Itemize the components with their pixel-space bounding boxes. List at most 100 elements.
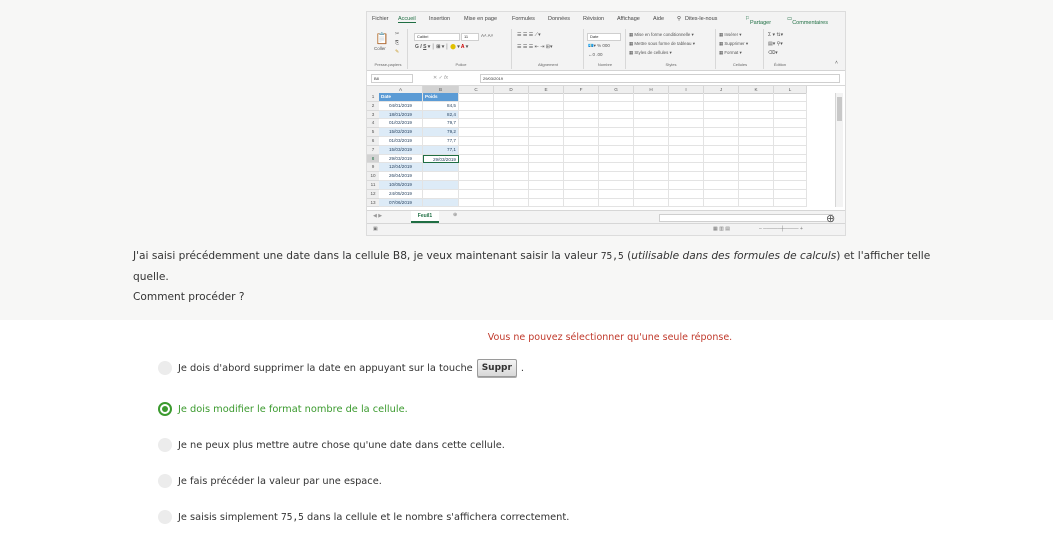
cell-weight — [423, 172, 459, 181]
cell-weight: 84,5 — [423, 101, 459, 111]
empty-cell — [529, 154, 564, 164]
empty-cell — [739, 172, 774, 181]
empty-cell — [599, 93, 634, 102]
answer-option-5[interactable]: Je saisis simplement 75,5 dans la cellul… — [158, 507, 569, 527]
menu-fichier: Fichier — [372, 16, 389, 22]
empty-cell — [599, 128, 634, 137]
empty-cell — [494, 101, 529, 111]
empty-cell — [704, 154, 739, 164]
option-text: Je ne peux plus mettre autre chose qu'un… — [178, 439, 505, 451]
empty-cell — [529, 93, 564, 102]
empty-cell — [459, 119, 494, 129]
empty-cell — [564, 181, 599, 190]
paste-icon: 📋 — [375, 33, 389, 45]
ribbon-group-label: Police — [455, 62, 467, 67]
cell-date: 04/01/2019 — [379, 101, 423, 111]
zoom-slider: – ─────┼──── + — [759, 226, 803, 232]
menu-affichage: Affichage — [617, 16, 640, 22]
horizontal-scrollbar — [659, 214, 833, 222]
empty-cell — [459, 198, 494, 208]
empty-cell — [774, 154, 807, 164]
empty-cell — [599, 189, 634, 199]
empty-cell — [599, 145, 634, 155]
menu-insertion: Insertion — [429, 16, 451, 22]
cell-weight: 79,7 — [423, 119, 459, 129]
cell-weight: 79,2 — [423, 128, 459, 137]
conditional-format-button: ▦ Mise en forme conditionnelle ▾ — [629, 32, 694, 37]
empty-cell — [634, 137, 669, 146]
empty-cell — [494, 137, 529, 146]
ribbon-group-cells: ▦ Insérer ▾ ▦ Supprimer ▾ ▦ Format ▾ Cel… — [717, 29, 764, 69]
empty-cell — [774, 137, 807, 146]
option-text: Je fais précéder la valeur par une espac… — [178, 475, 382, 487]
align-top-icon: ☰ ☰ ☰ ⟋▾ — [517, 32, 541, 38]
cut-icon: ✂ — [395, 31, 400, 37]
answer-option-3[interactable]: Je ne peux plus mettre autre chose qu'un… — [158, 435, 505, 455]
empty-cell — [564, 189, 599, 199]
grow-shrink-font-icon: A˄ A˅ — [481, 33, 494, 38]
empty-cell — [564, 145, 599, 155]
option-text: Je dois modifier le format nombre de la … — [178, 403, 408, 415]
empty-cell — [459, 137, 494, 146]
empty-cell — [564, 128, 599, 137]
radio-button[interactable] — [158, 361, 172, 375]
answer-option-1[interactable]: Je dois d'abord supprimer la date en app… — [158, 358, 524, 378]
align-left-icon: ☰ ☰ ☰ ⇤ ⇥ ⊞▾ — [517, 44, 553, 50]
ribbon-group-label: Nombre — [597, 62, 613, 67]
cell-weight: Poids — [423, 93, 459, 102]
empty-cell — [634, 128, 669, 137]
answer-option-4[interactable]: Je fais précéder la valeur par une espac… — [158, 471, 382, 491]
formula-input: 29/03/2019 — [480, 74, 840, 83]
empty-cell — [634, 110, 669, 120]
empty-cell — [669, 119, 704, 129]
menu-formules: Formules — [512, 16, 535, 22]
empty-cell — [564, 198, 599, 208]
empty-cell — [669, 154, 704, 164]
empty-cell — [704, 137, 739, 146]
empty-cell — [704, 172, 739, 181]
empty-cell — [529, 163, 564, 173]
empty-cell — [494, 198, 529, 208]
radio-button-selected[interactable] — [158, 402, 172, 416]
menu-donnees: Données — [548, 16, 571, 22]
answer-option-2[interactable]: Je dois modifier le format nombre de la … — [158, 399, 408, 419]
radio-button[interactable] — [158, 510, 172, 524]
empty-cell — [739, 137, 774, 146]
question-value: 75,5 — [600, 251, 624, 262]
copy-icon: ⎘ — [395, 40, 400, 46]
empty-cell — [669, 181, 704, 190]
empty-cell — [564, 93, 599, 102]
name-box: B8 — [371, 74, 413, 83]
ribbon-group-clipboard: 📋 Coller ✂ ⎘ ✎ Presse-papiers — [369, 29, 408, 69]
format-button: ▦ Format ▾ — [719, 50, 742, 55]
empty-cell — [739, 198, 774, 208]
radio-button[interactable] — [158, 474, 172, 488]
fill-find-icon: ▤▾ ⚲▾ — [768, 41, 783, 47]
empty-cell — [774, 163, 807, 173]
empty-cell — [494, 181, 529, 190]
question-italic: utilisable dans des formules de calculs — [631, 250, 837, 262]
empty-cell — [599, 163, 634, 173]
empty-cell — [459, 145, 494, 155]
empty-cell — [459, 154, 494, 164]
empty-cell — [704, 145, 739, 155]
cell-weight — [423, 181, 459, 190]
cell-date: 01/03/2019 — [379, 137, 423, 146]
empty-cell — [599, 198, 634, 208]
radio-button[interactable] — [158, 438, 172, 452]
empty-cell — [599, 154, 634, 164]
empty-cell — [599, 101, 634, 111]
empty-cell — [634, 93, 669, 102]
sheet-tab-feuil1: Feuil1 — [411, 211, 439, 223]
empty-cell — [599, 110, 634, 120]
cell-date: 29/03/2019 — [379, 154, 423, 164]
empty-cell — [564, 110, 599, 120]
empty-cell — [564, 163, 599, 173]
autosum-icon: Σ ▾ ⇅▾ — [768, 32, 784, 38]
question-panel: Fichier Accueil Insertion Mise en page F… — [0, 0, 1053, 320]
empty-cell — [459, 110, 494, 120]
empty-cell — [669, 172, 704, 181]
search-icon: ⚲ — [677, 16, 682, 22]
empty-cell — [494, 119, 529, 129]
cell-weight — [423, 163, 459, 173]
